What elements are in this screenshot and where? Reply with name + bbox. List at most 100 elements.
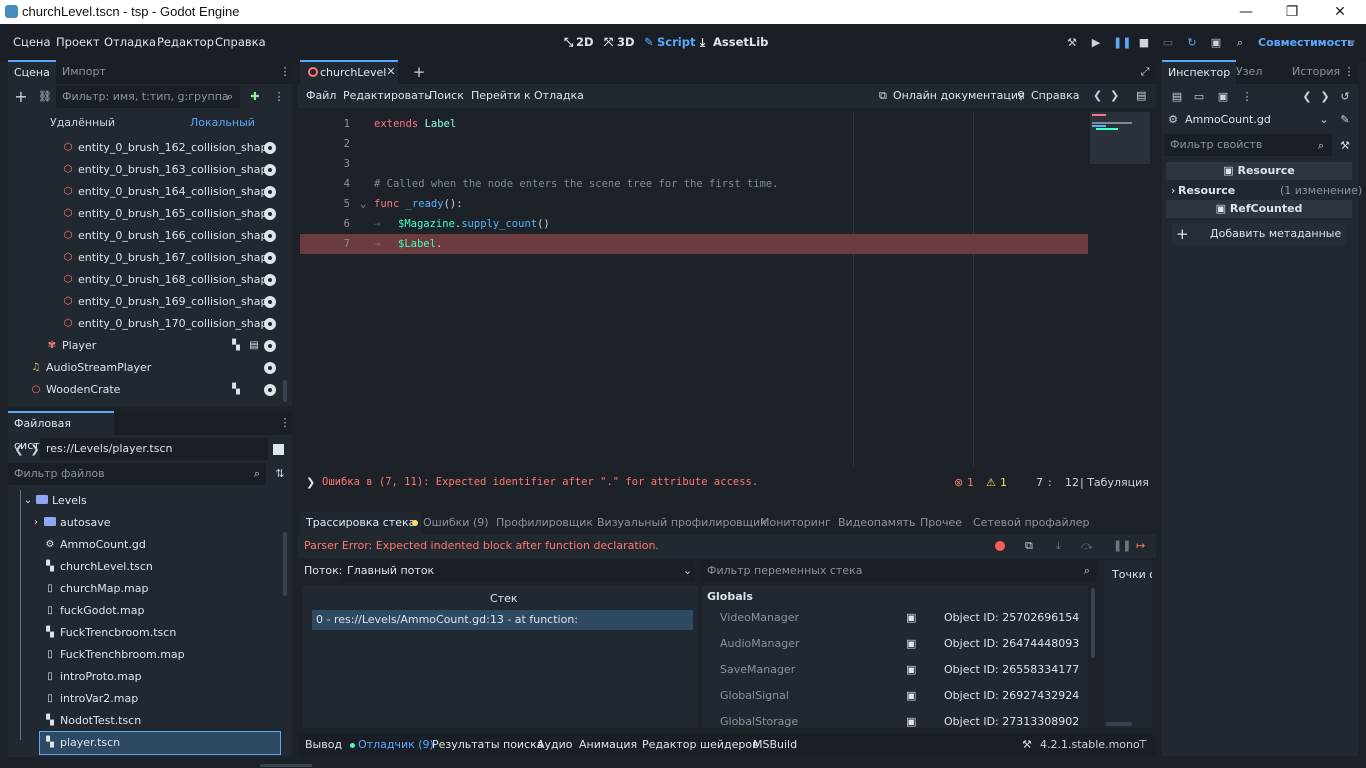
stack-frame-row[interactable]: 0 - res://Levels/AmmoCount.gd:13 - at fu… (312, 610, 693, 630)
window-resize-handle[interactable] (260, 764, 312, 767)
bottom-audio[interactable]: Аудио (537, 738, 573, 751)
debugger-tab[interactable]: Ошибки (9) (423, 512, 489, 534)
open-in-editor-icon[interactable]: ▚ (230, 340, 242, 352)
visibility-eye-icon[interactable] (264, 142, 276, 154)
movie-icon[interactable]: ▣ (1209, 36, 1223, 50)
scene-node-row[interactable]: ⬡ entity_0_brush_165_collision_shape (8, 203, 284, 225)
global-variable-row[interactable]: GlobalStorage ▣ Object ID: 27313308902 (704, 709, 1088, 735)
expand-chevron-icon[interactable]: › (1171, 184, 1175, 197)
debugger-tab[interactable]: Мониторинг (760, 512, 831, 534)
step-into-icon[interactable]: ⤓ (1056, 539, 1061, 553)
history-forward-icon[interactable]: ❯ (1318, 90, 1332, 104)
next-script-icon[interactable]: ❯ (1110, 89, 1119, 102)
script-menu-file[interactable]: Файл (306, 89, 336, 102)
bottom-msbuild[interactable]: MSBuild (753, 738, 797, 751)
script-menu-edit[interactable]: Редактировать (343, 89, 431, 102)
visibility-eye-icon[interactable] (264, 252, 276, 264)
code-line[interactable]: 1 extends Label (300, 114, 1090, 134)
tab-inspector[interactable]: Инспектор (1162, 60, 1237, 84)
add-node-icon[interactable]: + (14, 89, 28, 105)
link-icon[interactable]: ⛓ (38, 90, 52, 104)
menu-project[interactable]: Проект (56, 35, 100, 49)
split-mode-icon[interactable] (273, 444, 284, 455)
scene-more-icon[interactable]: ⋮ (272, 90, 286, 104)
debugger-tab[interactable]: Визуальный профилировщик (597, 512, 767, 534)
scene-node-row[interactable]: ✾ Player ▚ ▤ (8, 335, 284, 357)
scene-node-row[interactable]: ⬡ entity_0_brush_163_collision_shape (8, 159, 284, 181)
breakpoints-scrollbar[interactable] (1106, 722, 1132, 726)
code-line[interactable]: 5 ⌄ func _ready(): (300, 194, 1090, 214)
script-help-link[interactable]: Справка (1031, 89, 1079, 102)
global-variable-row[interactable]: VideoManager ▣ Object ID: 25702696154 (704, 605, 1088, 631)
scene-node-row[interactable]: ♫ AudioStreamPlayer (8, 357, 284, 379)
add-metadata-button[interactable]: + Добавить метаданные (1172, 223, 1346, 245)
file-row[interactable]: ⚙ AmmoCount.gd (8, 534, 280, 556)
debugger-tab[interactable]: Трассировка стека (300, 512, 422, 534)
script-menu-debug[interactable]: Отладка (534, 89, 584, 102)
file-filter-input[interactable]: Фильтр файлов (8, 463, 266, 485)
breakpoint-icon[interactable] (995, 541, 1005, 551)
tab-filesystem[interactable]: Файловая система (8, 411, 114, 452)
renderer-dropdown-icon[interactable]: ▾ (1345, 36, 1359, 50)
continue-icon[interactable]: ↦ (1136, 539, 1145, 552)
inspector-tools-icon[interactable]: ⚒ (1338, 139, 1352, 153)
file-row[interactable]: ▚ FuckTrencbroom.tscn (8, 622, 280, 644)
toggle-scripts-panel-icon[interactable]: ▤ (1136, 89, 1146, 102)
code-line[interactable]: 4 # Called when the node enters the scen… (300, 174, 1090, 194)
sort-icon[interactable]: ⇅ (273, 467, 287, 481)
fullscreen-icon[interactable]: ⤢ (1138, 65, 1152, 79)
break-icon[interactable]: ❚❚ (1113, 539, 1131, 552)
resource-dropdown-icon[interactable]: ⌄ (1317, 113, 1331, 127)
menu-help[interactable]: Справка (215, 35, 266, 49)
save-resource-icon[interactable]: ▣ (1216, 90, 1230, 104)
refcounted-section-header[interactable]: ▣ RefCounted (1166, 200, 1352, 218)
open-in-editor-icon[interactable]: ▚ (230, 384, 242, 396)
variables-scrollbar[interactable] (1091, 588, 1095, 658)
collapse-chevron-icon[interactable]: ⌄ (22, 495, 34, 507)
fold-chevron-icon[interactable]: ⌄ (360, 194, 366, 214)
visibility-eye-icon[interactable] (264, 362, 276, 374)
scene-node-row[interactable]: ⬡ entity_0_brush_164_collision_shape (8, 181, 284, 203)
file-row[interactable]: ▚ churchLevel.tscn (8, 556, 280, 578)
file-row[interactable]: ⌄ Levels (8, 490, 280, 512)
bottom-animation[interactable]: Анимация (579, 738, 637, 751)
search-help-icon[interactable]: ⌕ (1233, 36, 1247, 50)
scene-tree-scrollbar[interactable] (283, 380, 287, 402)
remote-deploy-icon[interactable]: ⚒ (1065, 36, 1079, 50)
mode-assetlib-button[interactable]: AssetLib (713, 35, 768, 49)
visibility-eye-icon[interactable] (264, 384, 276, 396)
code-line[interactable]: 6 ⇥ $Magazine.supply_count() (300, 214, 1090, 234)
load-resource-icon[interactable]: ▭ (1192, 90, 1206, 104)
global-variable-row[interactable]: SaveManager ▣ Object ID: 26558334177 (704, 657, 1088, 683)
inspector-menu-icon[interactable]: ⋮ (1342, 65, 1356, 79)
scene-node-row[interactable]: ⬡ entity_0_brush_169_collision_shape (8, 291, 284, 313)
close-tab-icon[interactable]: ✕ (384, 65, 398, 79)
property-filter-input[interactable]: Фильтр свойств (1164, 134, 1332, 156)
pause-icon[interactable]: ❚❚ (1113, 36, 1131, 50)
close-window-button[interactable]: ✕ (1330, 2, 1350, 22)
prev-script-icon[interactable]: ❮ (1093, 89, 1102, 102)
expand-chevron-icon[interactable]: › (30, 517, 42, 529)
history-back-icon[interactable]: ❮ (1300, 90, 1314, 104)
scene-filter-input[interactable]: Фильтр: имя, t:тип, g:группа (56, 86, 240, 108)
edit-script-icon[interactable]: ✎ (1338, 113, 1352, 127)
visibility-eye-icon[interactable] (264, 296, 276, 308)
bottom-debugger[interactable]: Отладчик (9) (358, 738, 434, 751)
object-history-icon[interactable]: ↺ (1338, 90, 1352, 104)
filesystem-menu-icon[interactable]: ⋮ (278, 416, 292, 430)
visibility-eye-icon[interactable] (264, 274, 276, 286)
local-toggle[interactable]: Локальный (190, 116, 255, 129)
global-variable-row[interactable]: AudioManager ▣ Object ID: 26474448093 (704, 631, 1088, 657)
attach-script-icon[interactable]: ✚ (248, 90, 262, 104)
scene-node-row[interactable]: ⬡ entity_0_brush_162_collision_shape (8, 137, 284, 159)
minimize-button[interactable]: — (1236, 2, 1256, 22)
code-line[interactable]: 3 (300, 154, 1090, 174)
visibility-eye-icon[interactable] (264, 230, 276, 242)
warning-count[interactable]: 1 (1000, 476, 1007, 489)
filesystem-path-input[interactable]: res://Levels/player.tscn (40, 438, 268, 460)
play-icon[interactable]: ▶ (1089, 36, 1103, 50)
file-row[interactable]: › autosave (8, 512, 280, 534)
global-variable-row[interactable]: GlobalSignal ▣ Object ID: 26927432924 (704, 683, 1088, 709)
scene-node-row[interactable]: ⬡ entity_0_brush_167_collision_shape (8, 247, 284, 269)
visibility-eye-icon[interactable] (264, 164, 276, 176)
